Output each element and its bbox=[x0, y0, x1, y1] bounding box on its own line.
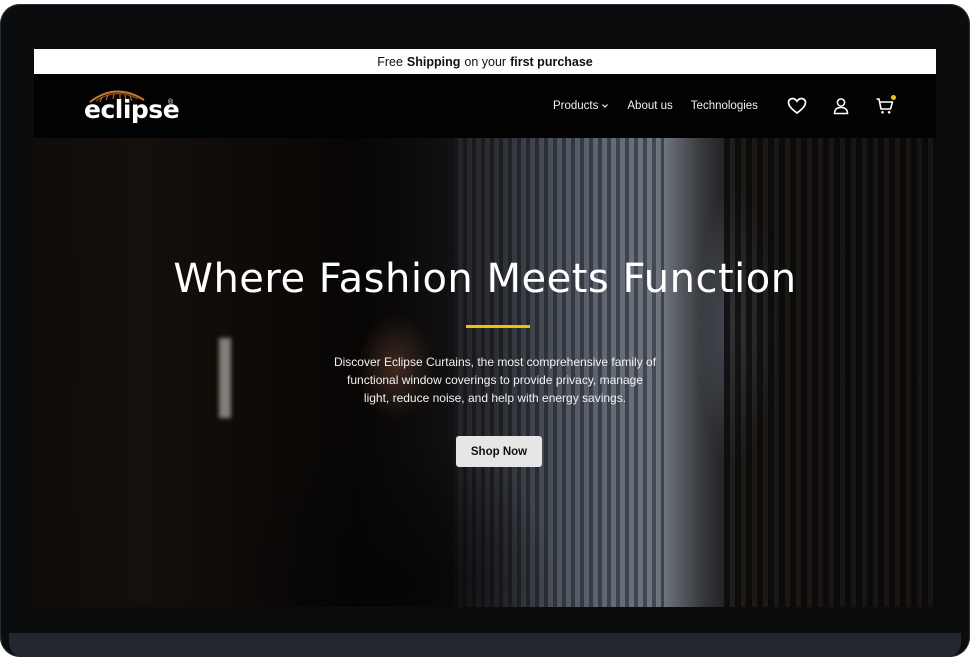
header-icon-group bbox=[787, 74, 896, 138]
browser-viewport: Free Shipping on your first purchase ecl… bbox=[34, 49, 936, 607]
announcement-middle: on your bbox=[464, 54, 507, 69]
hero-banner: Where Fashion Meets Function Discover Ec… bbox=[34, 138, 936, 607]
nav-item-products[interactable]: Products bbox=[553, 100, 609, 112]
hero-content: Where Fashion Meets Function Discover Ec… bbox=[34, 138, 936, 607]
device-bezel bbox=[9, 633, 961, 657]
hero-description-line: light, reduce noise, and help with energ… bbox=[363, 391, 627, 405]
announcement-first-purchase: first purchase bbox=[510, 54, 593, 69]
cart-badge bbox=[891, 95, 896, 100]
announcement-prefix: Free bbox=[377, 54, 403, 69]
registered-mark: ® bbox=[168, 99, 174, 106]
announcement-shipping: Shipping bbox=[406, 54, 461, 69]
nav-item-technologies[interactable]: Technologies bbox=[691, 100, 758, 112]
chevron-down-icon bbox=[602, 104, 609, 108]
nav-item-label: Products bbox=[553, 100, 599, 112]
hero-description: Discover Eclipse Curtains, the most comp… bbox=[330, 353, 660, 407]
hero-title: Where Fashion Meets Function bbox=[173, 256, 797, 302]
hero-accent-rule bbox=[466, 325, 530, 328]
heart-icon[interactable] bbox=[787, 96, 807, 116]
user-icon[interactable] bbox=[831, 96, 851, 116]
brand-logo[interactable]: eclipse ® bbox=[84, 86, 180, 126]
announcement-bar: Free Shipping on your first purchase bbox=[34, 49, 936, 74]
cart-button[interactable] bbox=[875, 95, 896, 116]
nav-item-label: About us bbox=[627, 100, 673, 112]
hero-description-line: functional window coverings to provide p… bbox=[347, 373, 643, 387]
nav-item-label: Technologies bbox=[690, 100, 758, 112]
nav-item-about-us[interactable]: About us bbox=[627, 100, 672, 112]
device-frame: Free Shipping on your first purchase ecl… bbox=[0, 4, 970, 657]
site-header: eclipse ® Products About us Technologies bbox=[34, 74, 936, 138]
main-nav: Products About us Technologies bbox=[553, 74, 758, 138]
brand-name: eclipse bbox=[84, 95, 180, 124]
shop-now-button[interactable]: Shop Now bbox=[456, 436, 542, 467]
hero-description-line: Discover Eclipse Curtains, the most comp… bbox=[333, 355, 657, 369]
